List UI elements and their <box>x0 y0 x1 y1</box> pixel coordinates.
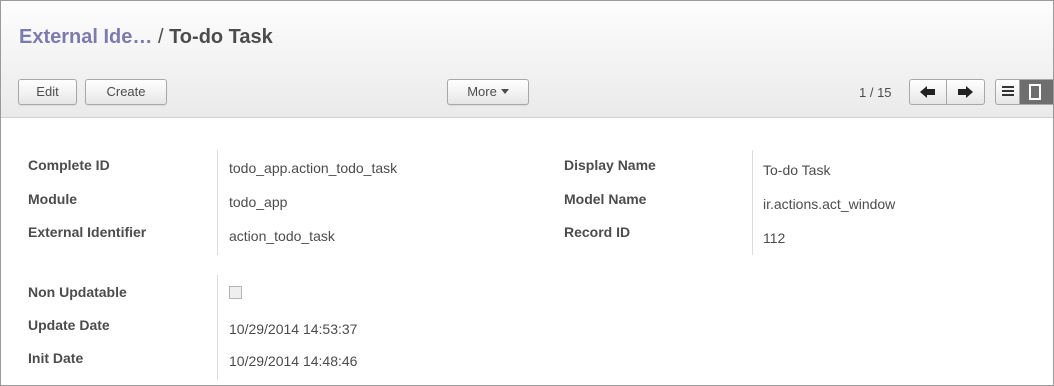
non-updatable-label: Non Updatable <box>28 284 127 300</box>
control-panel: External Ide… / To-do Task Edit Create M… <box>1 1 1053 118</box>
pager-previous-button[interactable] <box>910 80 947 104</box>
form-view-icon <box>1029 84 1041 100</box>
more-dropdown-button[interactable]: More <box>447 79 529 105</box>
init-date-label: Init Date <box>28 350 84 366</box>
record-id-value: 112 <box>763 230 786 246</box>
external-identifier-label: External Identifier <box>28 224 147 240</box>
column-divider-right <box>752 150 753 255</box>
breadcrumb-parent-link[interactable]: External Ide… <box>19 26 152 48</box>
complete-id-value: todo_app.action_todo_task <box>229 160 398 176</box>
module-value: todo_app <box>229 194 288 210</box>
record-id-label: Record ID <box>564 224 631 240</box>
update-date-label: Update Date <box>28 317 110 333</box>
pager-value[interactable]: 1 / 15 <box>859 85 892 100</box>
init-date-value: 10/29/2014 14:48:46 <box>229 353 358 369</box>
breadcrumb-separator: / <box>157 26 164 48</box>
column-divider-left-top <box>217 150 218 255</box>
caret-down-icon <box>500 89 509 95</box>
complete-id-label: Complete ID <box>28 157 110 173</box>
non-updatable-checkbox[interactable] <box>229 286 242 299</box>
list-view-button[interactable] <box>996 80 1020 104</box>
pager-buttons <box>909 79 985 105</box>
update-date-value: 10/29/2014 14:53:37 <box>229 321 358 337</box>
more-button-label: More <box>467 84 497 99</box>
display-name-value: To-do Task <box>763 162 831 178</box>
breadcrumb-current: To-do Task <box>169 26 273 48</box>
create-button[interactable]: Create <box>85 79 167 105</box>
module-label: Module <box>28 191 77 207</box>
model-name-value: ir.actions.act_window <box>763 196 896 212</box>
model-name-label: Model Name <box>564 191 647 207</box>
list-view-icon <box>1002 86 1014 96</box>
view-switcher <box>995 79 1053 105</box>
breadcrumb: External Ide… / To-do Task <box>19 26 273 49</box>
pager-next-button[interactable] <box>947 80 984 104</box>
form-view-button[interactable] <box>1020 80 1053 104</box>
external-identifier-value: action_todo_task <box>229 228 335 244</box>
arrow-left-icon <box>920 86 935 98</box>
edit-button[interactable]: Edit <box>18 79 77 105</box>
display-name-label: Display Name <box>564 157 656 173</box>
column-divider-left-bottom <box>217 275 218 380</box>
arrow-right-icon <box>958 86 973 98</box>
